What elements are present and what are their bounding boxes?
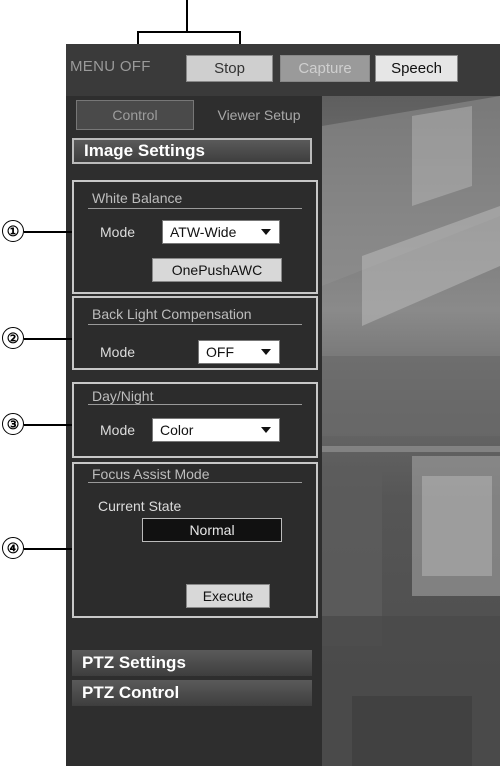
callout-4-line xyxy=(24,548,72,550)
menu-off-button[interactable]: MENU OFF xyxy=(70,58,151,75)
divider xyxy=(88,404,302,405)
callout-3: ③ xyxy=(2,413,24,435)
back-light-mode-select[interactable]: OFF xyxy=(198,340,280,364)
camera-live-view[interactable] xyxy=(322,96,500,766)
callout-4: ④ xyxy=(2,537,24,559)
divider xyxy=(88,208,302,209)
ptz-settings-header[interactable]: PTZ Settings xyxy=(72,650,312,676)
stop-button[interactable]: Stop xyxy=(186,55,273,82)
image-settings-header[interactable]: Image Settings xyxy=(72,138,312,164)
one-push-awc-button[interactable]: OnePushAWC xyxy=(152,258,282,282)
white-balance-title: White Balance xyxy=(92,190,183,206)
back-light-mode-label: Mode xyxy=(100,344,136,360)
capture-button[interactable]: Capture xyxy=(280,55,370,82)
divider xyxy=(88,482,302,483)
callout-3-line xyxy=(24,424,72,426)
back-light-mode-value: OFF xyxy=(206,344,234,360)
current-state-label: Current State xyxy=(98,498,182,514)
callout-1-line xyxy=(24,231,72,233)
callout-2: ② xyxy=(2,327,24,349)
white-balance-mode-label: Mode xyxy=(100,224,136,240)
white-balance-mode-value: ATW-Wide xyxy=(170,224,237,240)
tab-viewer-setup[interactable]: Viewer Setup xyxy=(200,100,318,130)
focus-assist-title: Focus Assist Mode xyxy=(92,466,210,482)
callout-1: ① xyxy=(2,220,24,242)
divider xyxy=(88,324,302,325)
execute-button[interactable]: Execute xyxy=(186,584,270,608)
focus-assist-group: Focus Assist Mode Current State Normal E… xyxy=(72,462,318,618)
back-light-title: Back Light Compensation xyxy=(92,306,252,322)
day-night-title: Day/Night xyxy=(92,388,154,404)
speech-button[interactable]: Speech xyxy=(375,55,458,82)
camera-image xyxy=(322,96,500,766)
callout-bracket-stem xyxy=(186,0,188,32)
day-night-mode-value: Color xyxy=(160,422,194,438)
ptz-control-header[interactable]: PTZ Control xyxy=(72,680,312,706)
chevron-down-icon xyxy=(261,229,271,235)
day-night-mode-select[interactable]: Color xyxy=(152,418,280,442)
tab-control[interactable]: Control xyxy=(76,100,194,130)
white-balance-group: White Balance Mode ATW-Wide OnePushAWC xyxy=(72,180,318,294)
current-state-value: Normal xyxy=(142,518,282,542)
white-balance-mode-select[interactable]: ATW-Wide xyxy=(162,220,280,244)
chevron-down-icon xyxy=(261,349,271,355)
chevron-down-icon xyxy=(261,427,271,433)
callout-2-line xyxy=(24,338,72,340)
callout-bracket-bar xyxy=(137,31,241,33)
back-light-group: Back Light Compensation Mode OFF xyxy=(72,296,318,370)
day-night-mode-label: Mode xyxy=(100,422,136,438)
day-night-group: Day/Night Mode Color xyxy=(72,382,318,458)
